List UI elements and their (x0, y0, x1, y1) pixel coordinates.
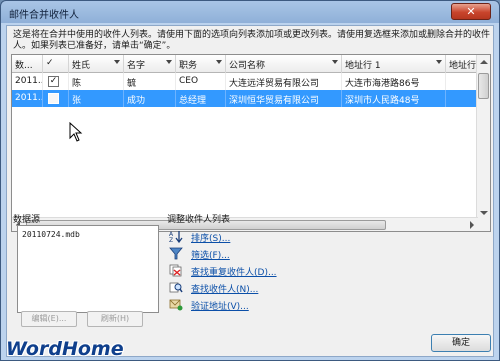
find-recipient-icon (169, 282, 183, 293)
column-header-label: 地址行 (449, 61, 477, 71)
column-header-source[interactable]: 数... (12, 55, 43, 73)
filter-link-label[interactable]: 筛选(F)... (191, 248, 230, 261)
edit-button[interactable]: 编辑(E)... (21, 311, 77, 327)
column-header-label: 数... (15, 61, 33, 71)
column-header-label: 职务 (179, 61, 198, 71)
cell-check: ✓ (43, 73, 69, 90)
chevron-down-icon[interactable] (332, 60, 338, 64)
refresh-button[interactable]: 刷新(H) (87, 311, 143, 327)
close-button[interactable]: ✕ (451, 3, 491, 20)
find-recipient-link[interactable]: 查找收件人(N)... (169, 280, 329, 296)
vertical-scrollbar[interactable] (476, 55, 490, 231)
cell-title: 总经理 (176, 90, 226, 107)
table-row[interactable]: 2011... ✓ 陈 毓 CEO 大连远洋贸易有限公司 大连市海港路86号 (12, 73, 490, 90)
cell-company: 深圳恒华贸易有限公司 (226, 90, 342, 107)
validate-address-link-label[interactable]: 验证地址(V)... (191, 299, 249, 312)
cell-title: CEO (176, 73, 226, 90)
cell-check (43, 90, 69, 107)
chevron-down-icon[interactable] (114, 60, 120, 64)
column-header-label: ✓ (46, 58, 54, 68)
mouse-pointer-icon (69, 122, 83, 142)
cell-first-name: 成功 (124, 90, 176, 107)
cell-last-name: 陈 (69, 73, 124, 90)
recipient-checkbox[interactable]: ✓ (48, 76, 59, 87)
column-header-first-name[interactable]: 名字 (124, 55, 176, 73)
sort-link[interactable]: A Z 排序(S)... (169, 229, 329, 245)
find-duplicates-link[interactable]: 查找重复收件人(D)... (169, 263, 329, 279)
chevron-down-icon[interactable] (436, 60, 442, 64)
validate-address-icon (169, 299, 183, 311)
cell-source: 2011... (12, 73, 43, 90)
column-header-label: 姓氏 (72, 61, 91, 71)
cell-source: 2011... (12, 90, 43, 107)
find-recipient-link-label[interactable]: 查找收件人(N)... (191, 282, 258, 295)
title-bar[interactable]: 邮件合并收件人 ✕ (1, 1, 499, 23)
recipients-table: 数... ✓ 姓氏 名字 职务 公司名称 地址行 1 地址行 2011... ✓… (11, 54, 491, 232)
instructions-text: 这是将在合并中使用的收件人列表。请使用下面的选项向列表添加项或更改列表。请使用复… (13, 30, 491, 51)
dialog-title: 邮件合并收件人 (9, 10, 79, 21)
cell-address: 深圳市人民路48号 (342, 90, 446, 107)
filter-icon (169, 247, 183, 260)
column-header-label: 公司名称 (229, 61, 266, 71)
sort-link-label[interactable]: 排序(S)... (191, 231, 230, 244)
duplicates-icon (169, 264, 182, 277)
refine-list-label: 调整收件人列表 (167, 215, 231, 225)
scroll-right-icon[interactable] (470, 221, 474, 229)
recipient-checkbox[interactable] (48, 93, 59, 104)
validate-address-link[interactable]: 验证地址(V)... (169, 297, 329, 313)
dialog-body: 这是将在合并中使用的收件人列表。请使用下面的选项向列表添加项或更改列表。请使用复… (6, 25, 494, 357)
sort-icon: A Z (169, 231, 183, 243)
data-source-list[interactable]: 20110724.mdb (17, 225, 159, 313)
chevron-down-icon[interactable] (166, 60, 172, 64)
watermark-logo: WordHome (6, 338, 124, 360)
scroll-down-icon[interactable] (480, 211, 488, 215)
scroll-thumb[interactable] (478, 73, 489, 99)
column-header-title[interactable]: 职务 (176, 55, 226, 73)
column-header-check[interactable]: ✓ (43, 55, 69, 73)
ok-button[interactable]: 确定 (431, 334, 491, 352)
mail-merge-recipients-dialog: 邮件合并收件人 ✕ 这是将在合并中使用的收件人列表。请使用下面的选项向列表添加项… (0, 0, 500, 361)
cell-first-name: 毓 (124, 73, 176, 90)
scroll-up-icon[interactable] (480, 60, 488, 64)
find-duplicates-link-label[interactable]: 查找重复收件人(D)... (191, 265, 277, 278)
column-header-label: 名字 (127, 61, 146, 71)
column-header-label: 地址行 1 (345, 61, 381, 71)
cell-last-name: 张 (69, 90, 124, 107)
cell-address: 大连市海港路86号 (342, 73, 446, 90)
filter-link[interactable]: 筛选(F)... (169, 246, 329, 262)
column-header-company[interactable]: 公司名称 (226, 55, 342, 73)
svg-text:Z: Z (169, 237, 173, 243)
chevron-down-icon[interactable] (216, 60, 222, 64)
column-header-address-1[interactable]: 地址行 1 (342, 55, 446, 73)
list-item[interactable]: 20110724.mdb (22, 230, 80, 239)
data-source-label: 数据源 (13, 215, 41, 225)
cell-company: 大连远洋贸易有限公司 (226, 73, 342, 90)
table-row-selected[interactable]: 2011... 张 成功 总经理 深圳恒华贸易有限公司 深圳市人民路48号 (12, 90, 490, 107)
table-header: 数... ✓ 姓氏 名字 职务 公司名称 地址行 1 地址行 (12, 55, 490, 73)
column-header-last-name[interactable]: 姓氏 (69, 55, 124, 73)
